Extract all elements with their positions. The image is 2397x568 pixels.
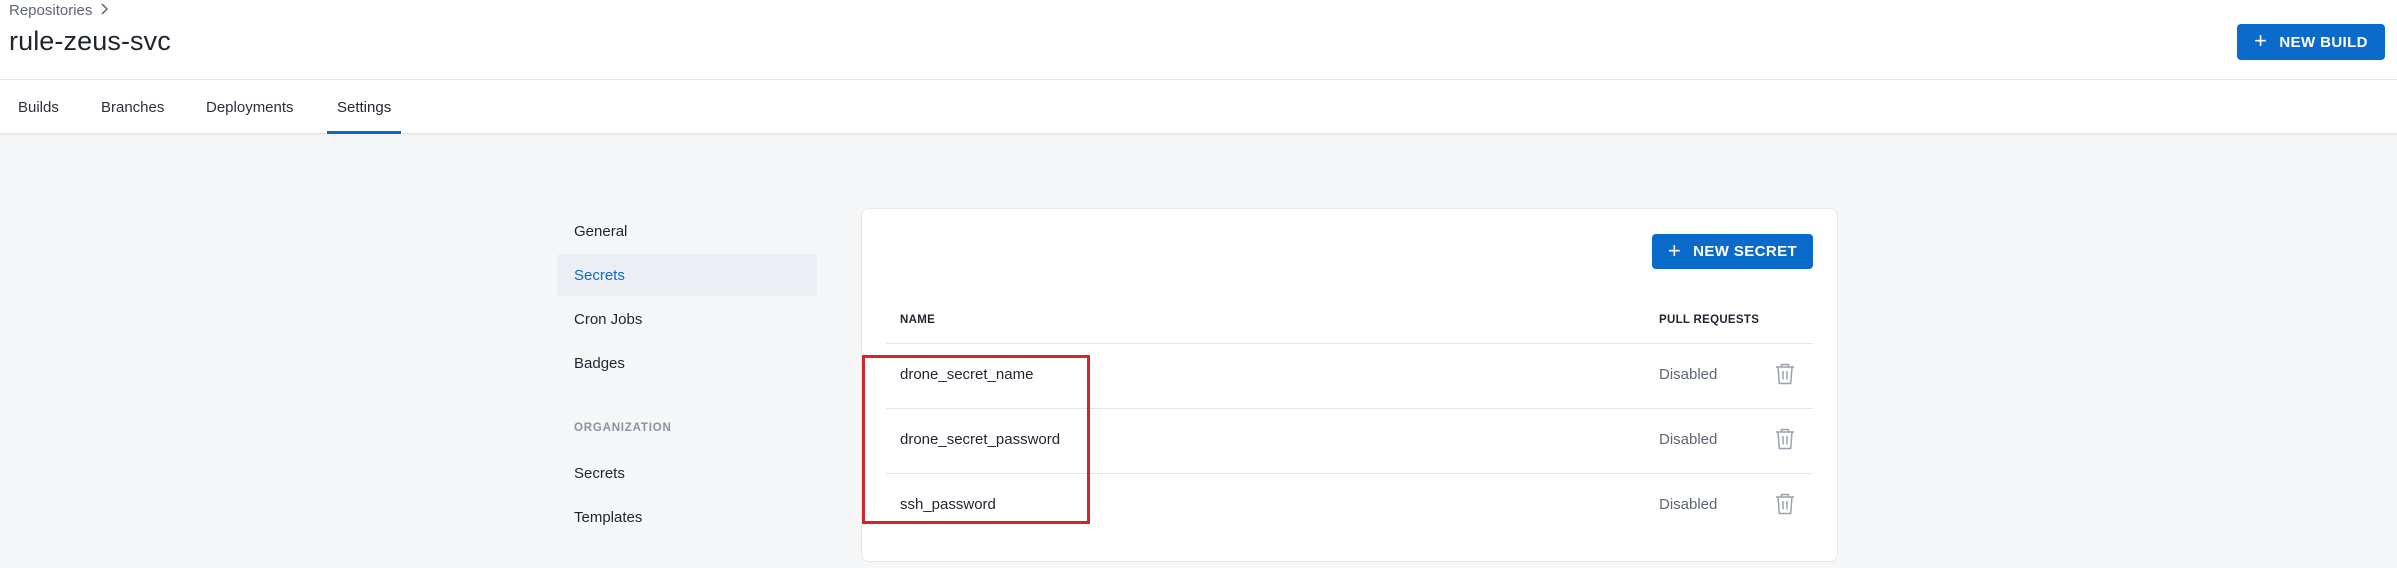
sidebar-section-organization: ORGANIZATION (574, 422, 672, 434)
tab-branches[interactable]: Branches (101, 80, 164, 134)
repo-header: Repositories rule-zeus-svc + NEW BUILD (0, 0, 2397, 80)
sidebar-item-cron-jobs[interactable]: Cron Jobs (557, 298, 817, 340)
breadcrumb-repositories-link[interactable]: Repositories (9, 2, 92, 19)
column-header-name: NAME (900, 314, 936, 326)
sidebar-item-org-secrets[interactable]: Secrets (557, 452, 817, 494)
sidebar-item-templates[interactable]: Templates (557, 496, 817, 538)
tab-settings[interactable]: Settings (326, 80, 402, 134)
tab-builds[interactable]: Builds (18, 80, 59, 134)
table-divider (886, 343, 1813, 344)
plus-icon: + (2254, 28, 2268, 53)
tab-deployments[interactable]: Deployments (206, 80, 294, 134)
highlight-box (862, 355, 1090, 524)
trash-icon[interactable] (1772, 361, 1798, 387)
page-title: rule-zeus-svc (9, 26, 171, 56)
chevron-right-icon (100, 2, 109, 18)
new-build-label: NEW BUILD (2279, 33, 2368, 51)
sidebar-item-general[interactable]: General (557, 210, 817, 252)
sidebar-item-badges[interactable]: Badges (557, 342, 817, 384)
plus-icon: + (1667, 237, 1682, 263)
breadcrumb: Repositories (9, 1, 109, 19)
trash-icon[interactable] (1772, 491, 1798, 517)
pull-requests-status: Disabled (1659, 496, 1718, 513)
new-build-button[interactable]: + NEW BUILD (2237, 24, 2385, 60)
pull-requests-status: Disabled (1659, 431, 1718, 448)
pull-requests-status: Disabled (1659, 366, 1718, 383)
sidebar-item-secrets[interactable]: Secrets (557, 254, 817, 296)
new-secret-button[interactable]: + NEW SECRET (1652, 234, 1813, 269)
trash-icon[interactable] (1772, 426, 1798, 452)
new-secret-label: NEW SECRET (1693, 243, 1798, 260)
repo-tabs: Builds Branches Deployments Settings (0, 80, 2397, 134)
column-header-pull-requests: PULL REQUESTS (1659, 314, 1760, 326)
